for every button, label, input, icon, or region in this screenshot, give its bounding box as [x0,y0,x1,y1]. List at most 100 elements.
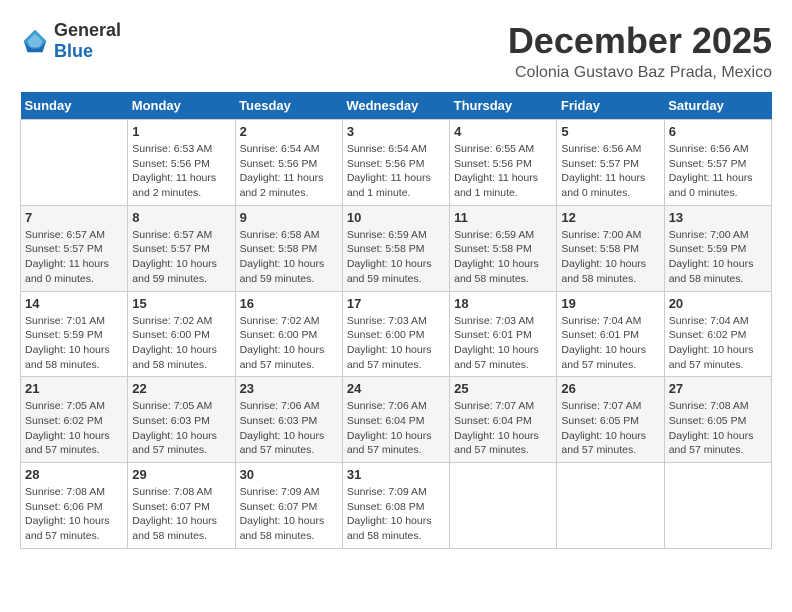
day-cell: 22Sunrise: 7:05 AM Sunset: 6:03 PM Dayli… [128,377,235,463]
day-number: 28 [25,467,123,482]
header-cell-wednesday: Wednesday [342,92,449,120]
day-number: 3 [347,124,445,139]
day-info: Sunrise: 7:08 AM Sunset: 6:05 PM Dayligh… [669,399,767,458]
day-info: Sunrise: 7:04 AM Sunset: 6:02 PM Dayligh… [669,314,767,373]
day-cell: 25Sunrise: 7:07 AM Sunset: 6:04 PM Dayli… [450,377,557,463]
title-section: December 2025 Colonia Gustavo Baz Prada,… [508,20,772,82]
day-cell: 21Sunrise: 7:05 AM Sunset: 6:02 PM Dayli… [21,377,128,463]
day-number: 6 [669,124,767,139]
week-row-3: 14Sunrise: 7:01 AM Sunset: 5:59 PM Dayli… [21,291,772,377]
day-cell: 17 Sunrise: 7:03 AM Sunset: 6:00 PM Dayli… [342,291,449,377]
day-number: 1 [132,124,230,139]
day-number: 27 [669,381,767,396]
day-cell [664,463,771,549]
day-cell: 7 Sunrise: 6:57 AM Sunset: 5:57 PM Daylig… [21,205,128,291]
day-info: Sunrise: 6:59 AM Sunset: 5:58 PM Dayligh… [454,228,552,287]
day-cell: 10Sunrise: 6:59 AM Sunset: 5:58 PM Dayli… [342,205,449,291]
week-row-2: 7 Sunrise: 6:57 AM Sunset: 5:57 PM Daylig… [21,205,772,291]
day-number: 17 [347,296,445,311]
day-cell: 30Sunrise: 7:09 AM Sunset: 6:07 PM Dayli… [235,463,342,549]
day-cell [450,463,557,549]
calendar-subtitle: Colonia Gustavo Baz Prada, Mexico [508,64,772,82]
day-cell: 8Sunrise: 6:57 AM Sunset: 5:57 PM Daylig… [128,205,235,291]
day-cell: 9 Sunrise: 6:58 AM Sunset: 5:58 PM Daylig… [235,205,342,291]
day-info: Sunrise: 6:54 AM Sunset: 5:56 PM Dayligh… [240,142,338,201]
day-cell: 11 Sunrise: 6:59 AM Sunset: 5:58 PM Dayli… [450,205,557,291]
day-info: Sunrise: 7:00 AM Sunset: 5:59 PM Dayligh… [669,228,767,287]
calendar-header: SundayMondayTuesdayWednesdayThursdayFrid… [21,92,772,120]
header-cell-monday: Monday [128,92,235,120]
day-number: 12 [561,210,659,225]
day-info: Sunrise: 6:57 AM Sunset: 5:57 PM Dayligh… [25,228,123,287]
week-row-4: 21Sunrise: 7:05 AM Sunset: 6:02 PM Dayli… [21,377,772,463]
day-number: 20 [669,296,767,311]
logo-text: General Blue [54,20,121,62]
day-info: Sunrise: 6:56 AM Sunset: 5:57 PM Dayligh… [561,142,659,201]
day-cell: 31 Sunrise: 7:09 AM Sunset: 6:08 PM Dayli… [342,463,449,549]
day-info: Sunrise: 6:58 AM Sunset: 5:58 PM Dayligh… [240,228,338,287]
day-number: 2 [240,124,338,139]
day-number: 15 [132,296,230,311]
day-number: 19 [561,296,659,311]
day-number: 23 [240,381,338,396]
day-cell: 28Sunrise: 7:08 AM Sunset: 6:06 PM Dayli… [21,463,128,549]
day-info: Sunrise: 7:06 AM Sunset: 6:03 PM Dayligh… [240,399,338,458]
header-cell-saturday: Saturday [664,92,771,120]
day-number: 31 [347,467,445,482]
day-cell: 18 Sunrise: 7:03 AM Sunset: 6:01 PM Dayli… [450,291,557,377]
day-cell [557,463,664,549]
day-number: 25 [454,381,552,396]
day-info: Sunrise: 7:01 AM Sunset: 5:59 PM Dayligh… [25,314,123,373]
day-number: 16 [240,296,338,311]
header-cell-thursday: Thursday [450,92,557,120]
day-number: 7 [25,210,123,225]
day-info: Sunrise: 7:00 AM Sunset: 5:58 PM Dayligh… [561,228,659,287]
day-info: Sunrise: 7:08 AM Sunset: 6:07 PM Dayligh… [132,485,230,544]
day-cell: 24 Sunrise: 7:06 AM Sunset: 6:04 PM Dayli… [342,377,449,463]
day-cell [21,120,128,206]
logo-icon [20,26,50,56]
day-cell: 6Sunrise: 6:56 AM Sunset: 5:57 PM Daylig… [664,120,771,206]
day-cell: 20 Sunrise: 7:04 AM Sunset: 6:02 PM Dayli… [664,291,771,377]
day-number: 21 [25,381,123,396]
day-cell: 13 Sunrise: 7:00 AM Sunset: 5:59 PM Dayli… [664,205,771,291]
day-info: Sunrise: 7:09 AM Sunset: 6:08 PM Dayligh… [347,485,445,544]
day-cell: 12 Sunrise: 7:00 AM Sunset: 5:58 PM Dayli… [557,205,664,291]
day-cell: 19Sunrise: 7:04 AM Sunset: 6:01 PM Dayli… [557,291,664,377]
day-info: Sunrise: 7:02 AM Sunset: 6:00 PM Dayligh… [240,314,338,373]
day-number: 13 [669,210,767,225]
day-number: 30 [240,467,338,482]
day-info: Sunrise: 6:55 AM Sunset: 5:56 PM Dayligh… [454,142,552,201]
day-info: Sunrise: 7:02 AM Sunset: 6:00 PM Dayligh… [132,314,230,373]
logo: General Blue [20,20,121,62]
day-number: 26 [561,381,659,396]
day-cell: 1 Sunrise: 6:53 AM Sunset: 5:56 PM Daylig… [128,120,235,206]
day-info: Sunrise: 7:03 AM Sunset: 6:01 PM Dayligh… [454,314,552,373]
day-cell: 4 Sunrise: 6:55 AM Sunset: 5:56 PM Daylig… [450,120,557,206]
day-info: Sunrise: 6:57 AM Sunset: 5:57 PM Dayligh… [132,228,230,287]
day-number: 22 [132,381,230,396]
day-cell: 14Sunrise: 7:01 AM Sunset: 5:59 PM Dayli… [21,291,128,377]
day-number: 9 [240,210,338,225]
day-number: 4 [454,124,552,139]
day-info: Sunrise: 7:03 AM Sunset: 6:00 PM Dayligh… [347,314,445,373]
day-number: 24 [347,381,445,396]
header-cell-sunday: Sunday [21,92,128,120]
day-info: Sunrise: 6:54 AM Sunset: 5:56 PM Dayligh… [347,142,445,201]
day-cell: 15 Sunrise: 7:02 AM Sunset: 6:00 PM Dayli… [128,291,235,377]
day-number: 5 [561,124,659,139]
page-header: General Blue December 2025 Colonia Gusta… [20,20,772,82]
day-number: 11 [454,210,552,225]
day-number: 10 [347,210,445,225]
day-cell: 29Sunrise: 7:08 AM Sunset: 6:07 PM Dayli… [128,463,235,549]
day-cell: 26Sunrise: 7:07 AM Sunset: 6:05 PM Dayli… [557,377,664,463]
day-cell: 2 Sunrise: 6:54 AM Sunset: 5:56 PM Daylig… [235,120,342,206]
header-row: SundayMondayTuesdayWednesdayThursdayFrid… [21,92,772,120]
calendar-body: 1 Sunrise: 6:53 AM Sunset: 5:56 PM Daylig… [21,120,772,549]
calendar-title: December 2025 [508,20,772,62]
header-cell-friday: Friday [557,92,664,120]
day-info: Sunrise: 6:53 AM Sunset: 5:56 PM Dayligh… [132,142,230,201]
day-info: Sunrise: 7:06 AM Sunset: 6:04 PM Dayligh… [347,399,445,458]
header-cell-tuesday: Tuesday [235,92,342,120]
day-number: 18 [454,296,552,311]
